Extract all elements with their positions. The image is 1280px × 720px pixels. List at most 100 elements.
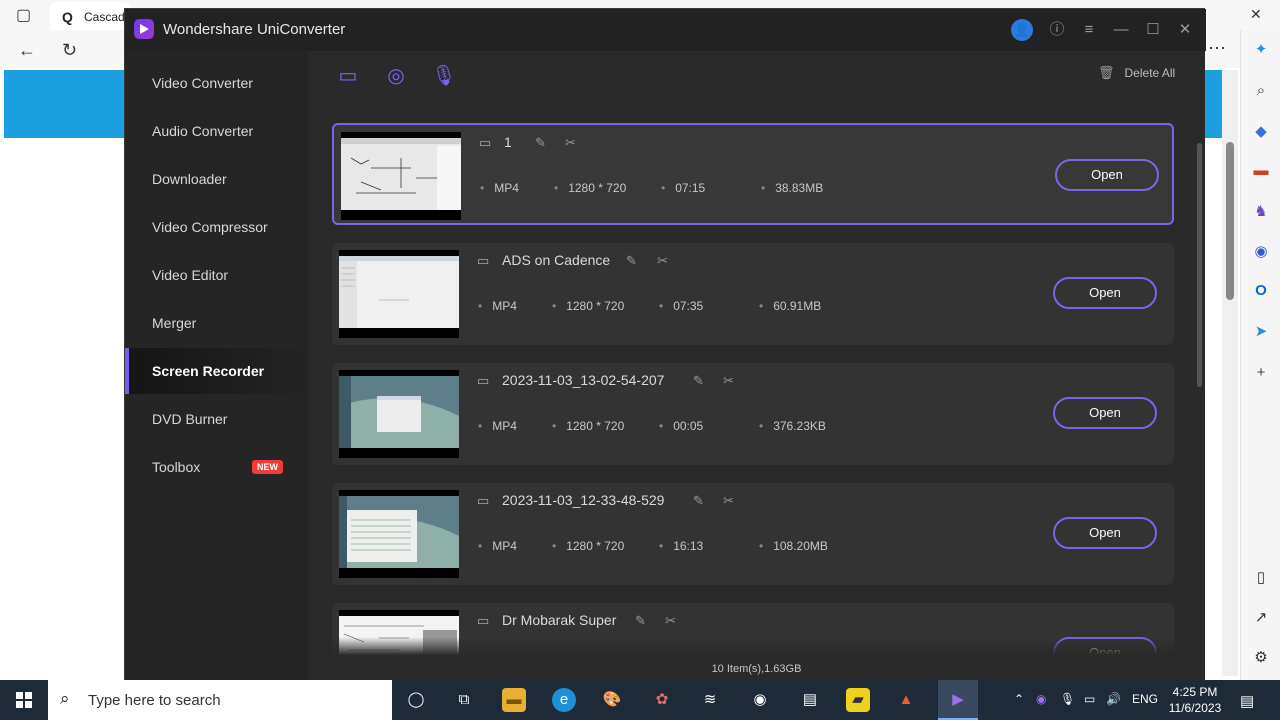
file-explorer-icon[interactable]: ▬ — [502, 688, 526, 712]
recording-item[interactable]: ▭ 1 ✎ ✂ MP4 1280 * 720 07:15 38.83MB Ope… — [332, 123, 1174, 225]
edit-icon[interactable]: ✎ — [693, 373, 704, 389]
close-icon[interactable]: ✕ — [1175, 20, 1195, 40]
browser-scrollbar[interactable] — [1222, 70, 1238, 676]
more-icon[interactable]: ⋯ — [1208, 38, 1226, 59]
nav-label: Screen Recorder — [152, 363, 265, 379]
trim-icon[interactable]: ✂ — [723, 493, 734, 509]
recording-item[interactable]: ▭ 2023-11-03_13-02-54-207 ✎ ✂ MP4 1280 *… — [332, 363, 1174, 465]
title-bar: Wondershare UniConverter 👤 ⓘ ≡ — ☐ ✕ — [125, 9, 1206, 51]
windows-start-icon[interactable] — [16, 692, 32, 708]
tab-overview-icon[interactable]: ▢ — [16, 5, 31, 25]
trim-icon[interactable]: ✂ — [665, 613, 676, 629]
app-icon[interactable]: ✿ — [650, 688, 674, 712]
settings-icon[interactable]: ⚙ — [1251, 648, 1271, 668]
search-icon[interactable]: ⌕ — [1251, 82, 1271, 102]
browser-tab[interactable]: Q Cascade — [50, 2, 131, 30]
edit-icon[interactable]: ✎ — [626, 253, 637, 269]
open-button[interactable]: Open — [1053, 277, 1157, 309]
battery-icon[interactable]: ▭ — [1084, 692, 1095, 706]
games-icon[interactable]: ♞ — [1251, 202, 1271, 222]
recording-item[interactable]: ▭ 2023-11-03_12-33-48-529 ✎ ✂ MP4 1280 *… — [332, 483, 1174, 585]
back-icon[interactable]: ← — [18, 40, 36, 61]
paint-icon[interactable]: 🎨 — [600, 688, 624, 712]
open-button[interactable]: Open — [1053, 517, 1157, 549]
minimize-icon[interactable]: — — [1111, 20, 1131, 40]
file-duration: 07:35 — [659, 299, 703, 313]
nav-dvd-burner[interactable]: DVD Burner — [125, 396, 308, 442]
add-icon[interactable]: + — [1251, 364, 1271, 384]
search-placeholder: Type here to search — [88, 692, 221, 709]
nav-video-converter[interactable]: Video Converter — [125, 60, 308, 106]
chrome-icon[interactable]: ◉ — [748, 688, 772, 712]
nav-video-compressor[interactable]: Video Compressor — [125, 204, 308, 250]
open-button[interactable]: Open — [1055, 159, 1159, 191]
webcam-record-icon[interactable]: ◎ — [382, 63, 410, 87]
edit-icon[interactable]: ✎ — [693, 493, 704, 509]
nav-toolbox[interactable]: Toolbox NEW — [125, 444, 308, 490]
split-screen-icon[interactable]: ▯ — [1251, 568, 1271, 588]
video-thumbnail — [339, 250, 459, 338]
notifications-icon[interactable]: ▤ — [1240, 692, 1254, 710]
recorder-tray-icon[interactable]: ◉ — [1036, 692, 1046, 706]
help-icon[interactable]: ⓘ — [1047, 20, 1067, 40]
camera-icon: ▭ — [477, 253, 490, 268]
shopping-icon[interactable]: ◆ — [1251, 122, 1271, 142]
matlab-icon[interactable]: ▲ — [894, 688, 918, 712]
refresh-icon[interactable]: ↻ — [62, 40, 77, 61]
nav-downloader[interactable]: Downloader — [125, 156, 308, 202]
clock-time: 4:25 PM — [1172, 685, 1218, 699]
trim-icon[interactable]: ✂ — [565, 135, 576, 151]
maximize-icon[interactable]: ☐ — [1143, 20, 1163, 40]
edit-icon[interactable]: ✎ — [635, 613, 646, 629]
app-logo-icon — [134, 19, 154, 39]
open-button[interactable]: Open — [1053, 397, 1157, 429]
external-icon[interactable]: ↗ — [1251, 608, 1271, 628]
nav-video-editor[interactable]: Video Editor — [125, 252, 308, 298]
audio-record-icon[interactable]: 🎙 — [430, 63, 458, 87]
edge-icon[interactable]: e — [552, 688, 576, 712]
trim-icon[interactable]: ✂ — [657, 253, 668, 269]
file-name: 2023-11-03_13-02-54-207 — [502, 372, 665, 388]
file-resolution: 1280 * 720 — [552, 299, 624, 313]
trim-icon[interactable]: ✂ — [723, 373, 734, 389]
menu-icon[interactable]: ≡ — [1079, 20, 1099, 40]
browser-sidebar: ✦ ⌕ ◆ ▬ ♞ ◉ O ➤ + ▯ ↗ ⚙ — [1240, 30, 1280, 680]
tray-chevron-icon[interactable]: ⌃ — [1014, 692, 1024, 706]
nav-merger[interactable]: Merger — [125, 300, 308, 346]
files-icon[interactable]: ▤ — [798, 688, 822, 712]
outlook-icon[interactable]: O — [1251, 282, 1271, 302]
volume-icon[interactable]: 🔊 — [1106, 692, 1121, 706]
cortana-icon[interactable]: ◯ — [404, 688, 428, 712]
nav-audio-converter[interactable]: Audio Converter — [125, 108, 308, 154]
task-view-icon[interactable]: ⧉ — [452, 688, 476, 712]
clock-date: 11/6/2023 — [1168, 701, 1222, 715]
tab-favicon-icon: Q — [62, 9, 73, 25]
sticky-notes-icon[interactable]: ▰ — [846, 688, 870, 712]
screen-record-icon[interactable]: ▭ — [334, 63, 362, 87]
file-format: MP4 — [478, 419, 517, 433]
nav-label: Audio Converter — [152, 123, 254, 139]
file-resolution: 1280 * 720 — [552, 539, 624, 553]
language-indicator[interactable]: ENG — [1132, 692, 1158, 706]
uniconverter-taskbar-icon[interactable]: ▶ — [938, 680, 978, 720]
scroll-thumb[interactable] — [1226, 142, 1234, 300]
main-panel: ▭ ◎ 🎙 🗑 Delete All ▭ 1 ✎ ✂ MP4 1280 * 720… — [308, 51, 1205, 683]
list-scrollbar[interactable] — [1197, 143, 1202, 387]
user-avatar-icon[interactable]: 👤 — [1011, 19, 1033, 41]
mic-icon[interactable]: 🎙 — [1060, 692, 1075, 706]
clock[interactable]: 4:25 PM 11/6/2023 — [1160, 684, 1230, 716]
minimize-browser-icon[interactable]: ✕ — [1250, 6, 1262, 23]
recording-item[interactable]: ▭ ADS on Cadence ✎ ✂ MP4 1280 * 720 07:3… — [332, 243, 1174, 345]
send-icon[interactable]: ➤ — [1251, 322, 1271, 342]
delete-all-button[interactable]: 🗑 Delete All — [1098, 65, 1175, 81]
copilot-icon[interactable]: ✦ — [1251, 40, 1271, 60]
app-title: Wondershare UniConverter — [163, 21, 346, 38]
tools-icon[interactable]: ▬ — [1251, 162, 1271, 182]
office-icon[interactable]: ◉ — [1251, 242, 1271, 262]
wifi-icon[interactable]: ≋ — [698, 688, 722, 712]
nav-label: Merger — [152, 315, 197, 331]
taskbar-search[interactable]: ⌕ Type here to search — [48, 680, 392, 720]
nav-screen-recorder[interactable]: Screen Recorder — [125, 348, 308, 394]
edit-icon[interactable]: ✎ — [535, 135, 546, 151]
nav-label: Video Editor — [152, 267, 229, 283]
